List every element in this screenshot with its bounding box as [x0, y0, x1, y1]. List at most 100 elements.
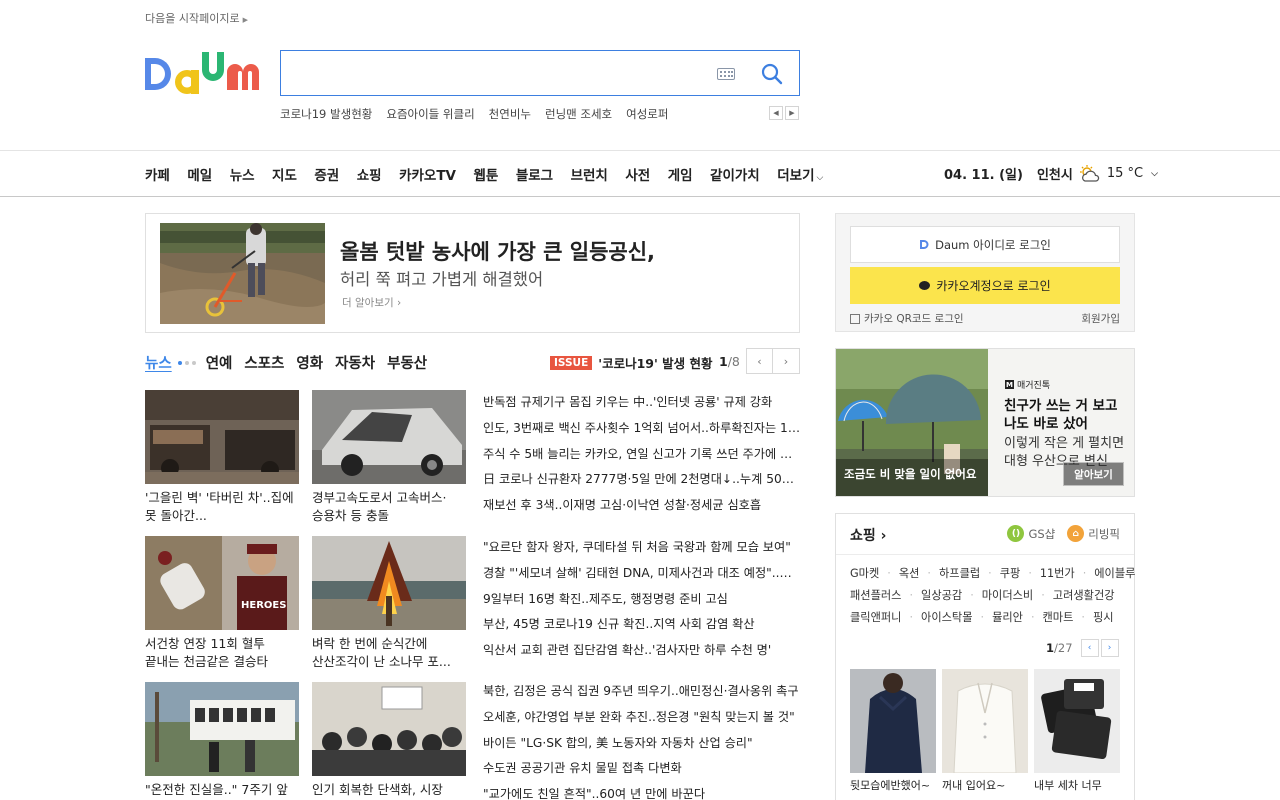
- brand-gsshop[interactable]: () GS샵: [1007, 525, 1055, 542]
- divider: [0, 196, 1280, 197]
- weather-temp: 15 °C: [1106, 166, 1144, 181]
- nav-item-blog[interactable]: 블로그: [516, 164, 553, 184]
- headline-item[interactable]: 경찰 "'세모녀 살해' 김태현 DNA, 미제사건과 대조 예정"..진...: [483, 561, 800, 587]
- tab-news[interactable]: 뉴스: [145, 352, 172, 373]
- shop-link[interactable]: 에이블루: [1094, 563, 1135, 585]
- shop-next-button[interactable]: ›: [1100, 639, 1119, 657]
- news-thumb[interactable]: '그을린 벽' '타버린 차'..집에 못 돌아간...: [145, 390, 299, 525]
- nav-item-map[interactable]: 지도: [272, 164, 297, 184]
- trend-prev-button[interactable]: ◀: [769, 106, 783, 120]
- tab-realestate[interactable]: 부동산: [387, 352, 427, 373]
- set-start-page-link[interactable]: 다음을 시작페이지로 ▶: [145, 10, 248, 26]
- issue-text: '코로나19' 발생 현황: [598, 356, 713, 371]
- nav-item-webtoon[interactable]: 웹툰: [473, 164, 498, 184]
- shop-link[interactable]: 11번가: [1040, 563, 1075, 585]
- nav-item-dictionary[interactable]: 사전: [625, 164, 650, 184]
- daum-logo[interactable]: [145, 52, 263, 98]
- nav-item-together[interactable]: 같이가치: [710, 164, 760, 184]
- shop-link[interactable]: 하프클럽: [939, 563, 980, 585]
- nav-item-kakaotv[interactable]: 카카오TV: [399, 164, 456, 184]
- weather-widget[interactable]: 04. 11. (일) 인천시 15 °C ⌵: [944, 164, 1158, 183]
- news-thumb[interactable]: "온전한 진실을.." 7주기 앞: [145, 682, 299, 800]
- shop-item-image: [942, 669, 1028, 773]
- headline-item[interactable]: 인도, 3번째로 백신 주사횟수 1억회 넘어서..하루확진자는 15...: [483, 416, 800, 442]
- headline-item[interactable]: 부산, 45명 코로나19 신규 확진..지역 사회 감염 확산: [483, 612, 800, 638]
- ad-brand: M 매거진톡: [1005, 378, 1050, 391]
- brand-gsshop-label: GS샵: [1028, 526, 1056, 541]
- news-thumb[interactable]: 인기 회복한 단색화, 시장: [312, 682, 466, 800]
- trending-keywords: 코로나19 발생현황 요즘아이들 위클리 천연비누 런닝맨 조세호 여성로퍼: [280, 106, 668, 122]
- nav-item-game[interactable]: 게임: [668, 164, 693, 184]
- nav-item-news[interactable]: 뉴스: [230, 164, 255, 184]
- news-thumb-image: HEROES: [145, 536, 299, 630]
- display-ad[interactable]: M 매거진톡 친구가 쓰는 거 보고 나도 바로 샀어 이렇게 작은 게 펼치면 대형…: [835, 348, 1135, 497]
- nav-item-brunch[interactable]: 브런치: [571, 164, 608, 184]
- headline-item[interactable]: 오세훈, 야간영업 부분 완화 추진..정은경 "원칙 맞는지 볼 것": [483, 705, 800, 731]
- nav-more-button[interactable]: 더보기 ⌵: [777, 164, 823, 184]
- headline-item[interactable]: 익산서 교회 관련 집단감염 확산..'검사자만 하루 수천 명': [483, 638, 800, 664]
- trend-item[interactable]: 코로나19 발생현황: [280, 106, 372, 122]
- news-prev-button[interactable]: ‹: [746, 348, 773, 374]
- shopping-title-link[interactable]: 쇼핑 ›: [850, 525, 886, 545]
- headline-item[interactable]: "요르단 함자 왕자, 쿠데타설 뒤 처음 국왕과 함께 모습 보여": [483, 535, 800, 561]
- headline-item[interactable]: 9일부터 16명 확진..제주도, 행정명령 준비 고심: [483, 587, 800, 613]
- headline-item[interactable]: 바이든 "LG·SK 합의, 美 노동자와 자동차 산업 승리": [483, 731, 800, 757]
- search-button[interactable]: [759, 61, 785, 87]
- nav-item-mail[interactable]: 메일: [187, 164, 212, 184]
- brand-livingpick[interactable]: ⌂ 리빙픽: [1067, 525, 1120, 542]
- shop-link[interactable]: 패션플러스: [850, 585, 901, 607]
- headline-item[interactable]: 日 코로나 신규환자 2777명·5일 만에 2천명대↓..누계 50만7...: [483, 467, 800, 493]
- shop-link[interactable]: 일상공감: [921, 585, 962, 607]
- trend-item[interactable]: 런닝맨 조세호: [545, 106, 612, 122]
- trend-item[interactable]: 천연비누: [489, 106, 531, 122]
- shop-link[interactable]: 뮬리안: [992, 607, 1023, 629]
- trend-item[interactable]: 요즘아이들 위클리: [386, 106, 474, 122]
- shop-link[interactable]: 고려생활건강: [1053, 585, 1115, 607]
- kakao-login-button[interactable]: 카카오계정으로 로그인: [850, 267, 1120, 304]
- nav-item-cafe[interactable]: 카페: [145, 164, 170, 184]
- tab-entertainment[interactable]: 연예: [206, 352, 233, 373]
- headline-item[interactable]: 수도권 공공기관 유치 물밑 접촉 다변화: [483, 756, 800, 782]
- shop-link[interactable]: 마이더스비: [982, 585, 1033, 607]
- shop-item[interactable]: 뒷모습에반했어~: [850, 669, 936, 794]
- promo-banner[interactable]: 올봄 텃밭 농사에 가장 큰 일등공신, 허리 쭉 펴고 가볍게 해결했어 더 …: [145, 213, 800, 333]
- headline-item[interactable]: "교가에도 친일 흔적"..60여 년 만에 바꾼다: [483, 782, 800, 800]
- news-thumb[interactable]: 경부고속도로서 고속버스·승용차 등 충돌: [312, 390, 466, 525]
- ad-learn-more-button[interactable]: 알아보기: [1063, 462, 1124, 486]
- trend-next-button[interactable]: ▶: [785, 106, 799, 120]
- headline-list: "요르단 함자 왕자, 쿠데타설 뒤 처음 국왕과 함께 모습 보여" 경찰 "…: [483, 535, 800, 664]
- headline-item[interactable]: 주식 수 5배 늘리는 카카오, 연일 신고가 기록 쓰던 주가에 회...: [483, 442, 800, 468]
- news-next-button[interactable]: ›: [773, 348, 800, 374]
- banner-subtitle: 허리 쭉 펴고 가볍게 해결했어: [340, 270, 544, 289]
- headline-item[interactable]: 반독점 규제기구 몸집 키우는 中..'인터넷 공룡' 규제 강화: [483, 390, 800, 416]
- qr-login-link[interactable]: 카카오 QR코드 로그인: [850, 311, 964, 326]
- shop-prev-button[interactable]: ‹: [1080, 639, 1099, 657]
- shop-link[interactable]: 쿠팡: [1000, 563, 1021, 585]
- nav-item-stock[interactable]: 증권: [314, 164, 339, 184]
- banner-more-link[interactable]: 더 알아보기 ›: [342, 295, 401, 310]
- shop-link[interactable]: 아이스탁몰: [921, 607, 972, 629]
- shop-item-image: [1034, 669, 1120, 773]
- keyboard-icon[interactable]: [717, 68, 735, 80]
- shop-link[interactable]: 캔마트: [1043, 607, 1074, 629]
- shop-link[interactable]: G마켓: [850, 563, 879, 585]
- headline-item[interactable]: 북한, 김정은 공식 집권 9주년 띄우기..애민정신·결사옹위 촉구: [483, 679, 800, 705]
- headline-item[interactable]: 재보선 후 3색..이재명 고심·이낙연 성찰·정세균 심호흡: [483, 493, 800, 519]
- nav-item-shopping[interactable]: 쇼핑: [357, 164, 382, 184]
- news-thumb[interactable]: HEROES 서건창 연장 11회 혈투 끝내는 천금같은 결승타: [145, 536, 299, 671]
- tab-sports[interactable]: 스포츠: [244, 352, 284, 373]
- shop-link[interactable]: 핑시: [1093, 607, 1114, 629]
- news-thumb[interactable]: 벼락 한 번에 순식간에 산산조각이 난 소나무 포...: [312, 536, 466, 671]
- daum-login-button[interactable]: Daum 아이디로 로그인: [850, 226, 1120, 263]
- news-tabs: 뉴스 연예 스포츠 영화 자동차 부동산: [145, 352, 439, 373]
- signup-link[interactable]: 회원가입: [1081, 311, 1120, 326]
- tab-movie[interactable]: 영화: [296, 352, 323, 373]
- shop-link[interactable]: 옥션: [899, 563, 920, 585]
- shop-item[interactable]: 꺼내 입어요~: [942, 669, 1028, 794]
- trend-item[interactable]: 여성로퍼: [626, 106, 668, 122]
- issue-link[interactable]: ISSUE '코로나19' 발생 현황: [550, 353, 713, 372]
- shop-item[interactable]: 내부 세차 너무: [1034, 669, 1120, 794]
- tab-car[interactable]: 자동차: [335, 352, 375, 373]
- search-input[interactable]: [293, 61, 703, 85]
- shop-link[interactable]: 클릭앤퍼니: [850, 607, 901, 629]
